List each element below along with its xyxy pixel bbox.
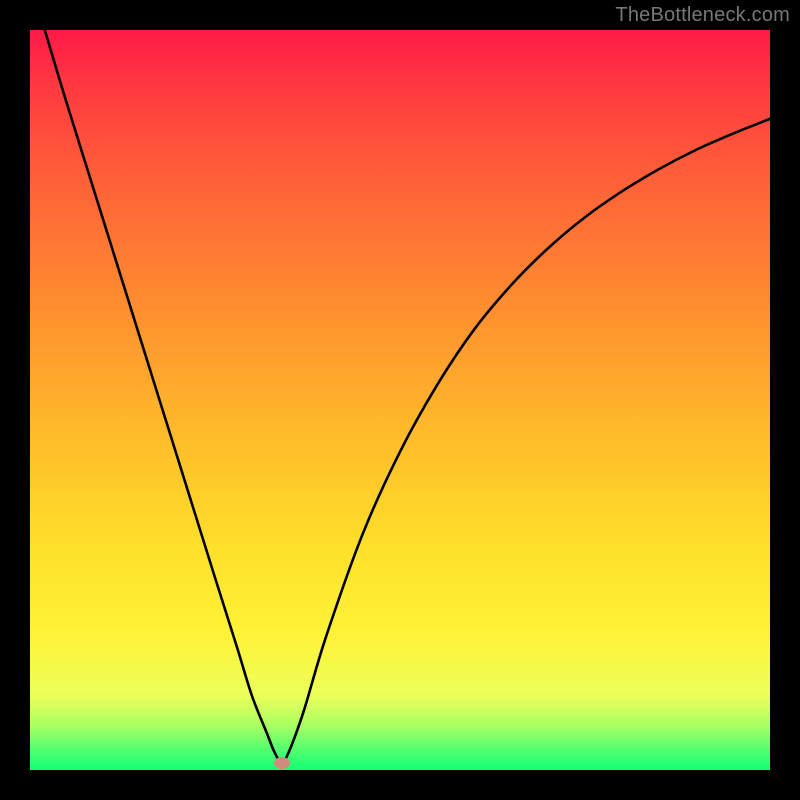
curve-layer xyxy=(30,30,770,770)
watermark-text: TheBottleneck.com xyxy=(615,4,790,27)
optimum-marker xyxy=(274,757,290,769)
plot-area xyxy=(30,30,770,770)
chart-frame: TheBottleneck.com xyxy=(0,0,800,800)
bottleneck-curve xyxy=(45,30,770,763)
